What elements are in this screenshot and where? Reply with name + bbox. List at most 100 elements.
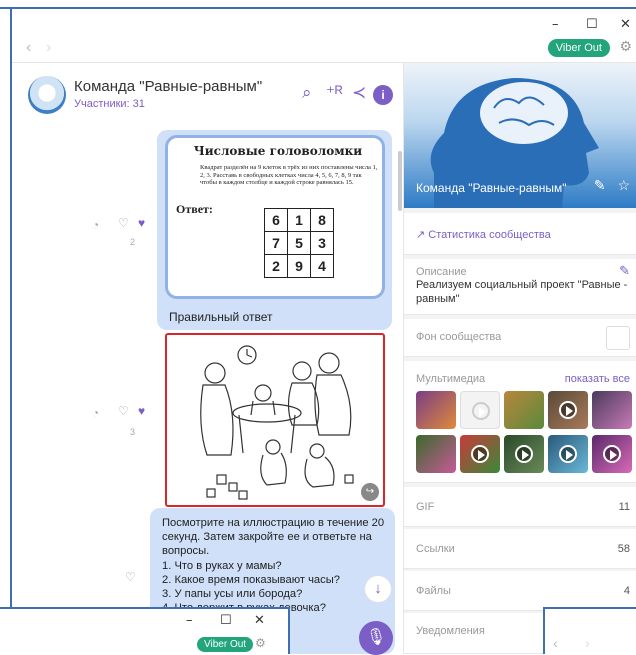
puzzle-caption: Правильный ответ — [169, 310, 273, 324]
play-icon — [559, 445, 577, 463]
stats-link[interactable]: ↗ Статистика сообщества — [416, 228, 551, 241]
show-all-link[interactable]: показать все — [565, 373, 630, 385]
viber-window: – ☐ ✕ ‹ › Viber Out ⚙ Команда "Равные-ра… — [0, 0, 636, 655]
links-row[interactable]: Ссылки 58 — [404, 529, 636, 569]
back-arrow-icon[interactable]: ‹ — [553, 635, 558, 651]
search-icon[interactable]: ⌕ — [302, 83, 312, 103]
banner-actions: ✎ ☆ — [594, 177, 630, 194]
info-icon[interactable]: i — [373, 85, 393, 105]
nav-bar: ‹ › Viber Out ⚙ — [12, 35, 636, 63]
multimedia-label: Мультимедиа — [416, 373, 486, 385]
family-drawing-icon — [200, 345, 354, 500]
media-thumbnail[interactable] — [504, 391, 544, 429]
chart-icon: ↗ — [416, 229, 426, 241]
background-window-right: ‹ › — [543, 607, 636, 654]
forward-icon[interactable]: ↪ — [361, 483, 379, 501]
like-icon[interactable]: ♡ — [118, 216, 129, 230]
title-bar: – ☐ ✕ — [12, 9, 636, 35]
community-banner: Команда "Равные-равным" ✎ ☆ — [404, 63, 636, 208]
grid-cell: 4 — [310, 254, 334, 278]
play-icon — [603, 445, 621, 463]
star-icon[interactable]: ☆ — [617, 177, 630, 193]
grid-cell: 8 — [310, 208, 334, 232]
forward-arrow-icon[interactable]: › — [46, 39, 51, 57]
viber-out-button[interactable]: Viber Out — [547, 39, 610, 57]
add-participant-icon[interactable]: ⁺ᴿ — [326, 83, 343, 103]
chat-header: Команда "Равные-равным" Участники: 31 ⌕ … — [12, 63, 404, 127]
media-thumbnail[interactable] — [416, 435, 456, 473]
puzzle-image[interactable]: Числовые головоломки Квадрат разделён на… — [165, 135, 385, 299]
grid-cell: 9 — [287, 254, 311, 278]
background-preview[interactable] — [606, 326, 630, 350]
message-line: секунд. Затем закройте ее и ответьте на — [162, 531, 372, 544]
gif-label: GIF — [416, 501, 435, 513]
media-thumbnail[interactable] — [592, 435, 632, 473]
grid-cell: 1 — [287, 208, 311, 232]
maximize-button[interactable]: ☐ — [220, 613, 232, 628]
media-thumbnail[interactable] — [548, 391, 588, 429]
gear-icon[interactable]: ⚙ — [619, 38, 632, 55]
files-row[interactable]: Файлы 4 — [404, 571, 636, 611]
like-icon[interactable]: ♡ — [125, 570, 136, 584]
play-icon — [515, 445, 533, 463]
scrollbar[interactable] — [398, 151, 402, 211]
description-label: Описание — [416, 266, 467, 278]
media-thumbnail[interactable] — [504, 435, 544, 473]
minimize-button[interactable]: – — [552, 17, 559, 32]
liked-heart-icon: ♥ — [138, 216, 146, 230]
like-icon[interactable]: ♡ — [118, 404, 129, 418]
background-row[interactable]: Фон сообщества — [404, 319, 636, 357]
background-window: – ☐ ✕ Viber Out ⚙ — [0, 607, 290, 654]
message-line: 2. Какое время показывают часы? — [162, 573, 341, 586]
questions-text: Посмотрите на иллюстрацию в течение 20 с… — [162, 516, 388, 615]
puzzle-text: Квадрат разделён на 9 клеток в трёх из н… — [200, 164, 378, 186]
viber-out-button[interactable]: Viber Out — [197, 637, 254, 652]
files-label: Файлы — [416, 585, 451, 597]
like-count: 2 — [130, 237, 136, 247]
scroll-down-button[interactable]: ↓ — [364, 575, 392, 603]
puzzle-answer-label: Ответ: — [176, 202, 213, 216]
like-count: 3 — [130, 427, 136, 437]
community-info-panel: Команда "Равные-равным" ✎ ☆ ↗ Статистика… — [404, 63, 636, 654]
microphone-button[interactable]: 🎙 — [359, 621, 393, 655]
edit-pencil-icon[interactable]: ✎ — [594, 177, 606, 193]
message-line: вопросы. — [162, 545, 210, 558]
gif-row[interactable]: GIF 11 — [404, 487, 636, 527]
media-thumbnail[interactable] — [548, 435, 588, 473]
gear-icon[interactable]: ⚙ — [255, 636, 266, 650]
stats-row[interactable]: ↗ Статистика сообщества — [404, 213, 636, 255]
members-count[interactable]: Участники: 31 — [74, 98, 145, 110]
family-illustration-image[interactable]: ↪ — [165, 333, 385, 507]
description-text: Реализуем социальный проект "Равные - ра… — [416, 279, 628, 305]
media-thumbnail[interactable] — [592, 391, 632, 429]
window-frame-top — [0, 0, 636, 9]
forward-arrow-icon[interactable]: › — [585, 635, 590, 651]
media-thumbnail[interactable] — [416, 391, 456, 429]
share-reaction-icon[interactable]: ◔ — [92, 406, 99, 420]
grid-cell: 5 — [287, 231, 311, 255]
share-reaction-icon[interactable]: ◔ — [92, 218, 99, 232]
message-line: 3. У папы усы или борода? — [162, 588, 303, 601]
grid-cell: 7 — [264, 231, 288, 255]
multimedia-row: Мультимедиа показать все — [404, 361, 636, 483]
minimize-button[interactable]: – — [186, 613, 193, 628]
play-icon — [471, 445, 489, 463]
grid-cell: 6 — [264, 208, 288, 232]
background-label: Фон сообщества — [416, 331, 502, 343]
edit-description-icon[interactable]: ✎ — [619, 263, 630, 279]
group-avatar[interactable] — [28, 76, 66, 114]
media-thumbnail[interactable] — [460, 391, 500, 429]
gif-count: 11 — [618, 501, 630, 513]
group-title[interactable]: Команда "Равные-равным" — [74, 78, 262, 95]
puzzle-grid: 618 753 294 — [264, 208, 334, 278]
back-arrow-icon[interactable]: ‹ — [26, 39, 31, 57]
close-button[interactable]: ✕ — [620, 17, 631, 32]
maximize-button[interactable]: ☐ — [586, 17, 598, 32]
media-thumbnail[interactable] — [460, 435, 500, 473]
share-icon[interactable]: ≺ — [352, 83, 366, 103]
close-button[interactable]: ✕ — [254, 613, 265, 628]
play-icon — [559, 401, 577, 419]
banner-community-name: Команда "Равные-равным" — [416, 181, 567, 195]
notifications-label: Уведомления — [416, 625, 485, 637]
message-line: Посмотрите на иллюстрацию в течение 20 — [162, 517, 385, 529]
